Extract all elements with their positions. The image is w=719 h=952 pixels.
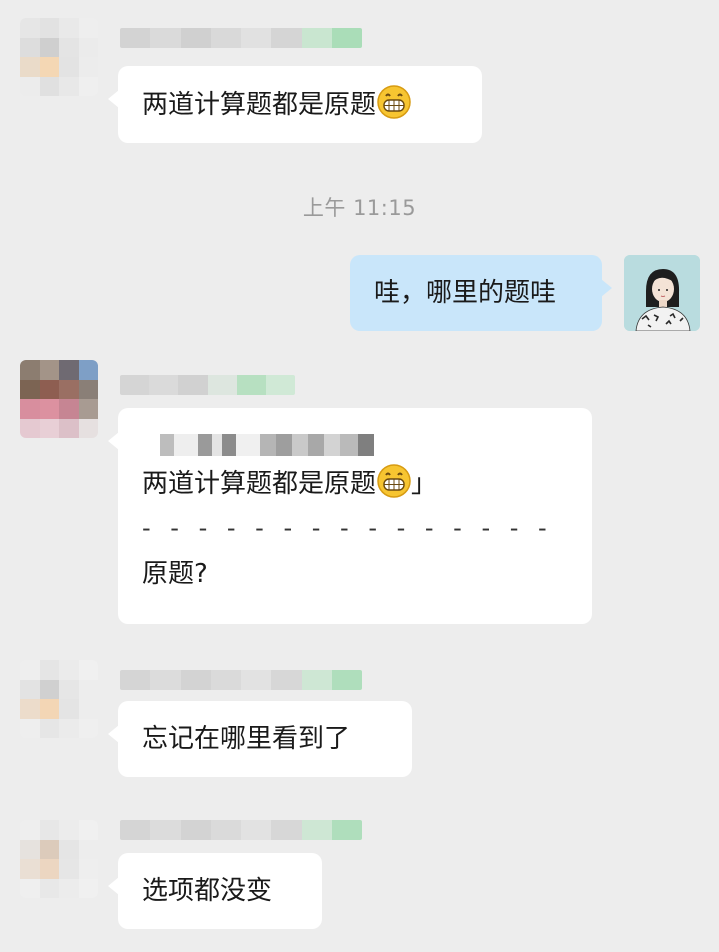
quoted-text: 两道计算题都是原题 — [142, 469, 377, 499]
contact-avatar[interactable] — [20, 660, 98, 738]
message-timestamp: 上午 11:15 — [302, 196, 417, 220]
grin-emoji-icon — [377, 85, 411, 119]
message-text: 忘记在哪里看到了 — [142, 724, 351, 754]
message-text: 原题? — [142, 559, 208, 589]
grin-emoji-icon — [377, 464, 411, 498]
message-text: 哇，哪里的题哇 — [374, 278, 557, 308]
contact-name-redacted — [120, 375, 295, 395]
contact-name-redacted — [120, 28, 362, 48]
contact-avatar[interactable] — [20, 820, 98, 898]
message-text: 两道计算题都是原题 — [142, 90, 377, 120]
contact-name-redacted — [120, 820, 362, 840]
person-illustration-icon — [624, 255, 700, 331]
contact-avatar[interactable] — [20, 360, 98, 438]
message-bubble[interactable]: 选项都没变 — [108, 853, 322, 929]
my-avatar[interactable] — [624, 255, 700, 331]
contact-name-redacted — [120, 670, 362, 690]
quote-divider: - - - - - - - - - - - - - - - — [142, 514, 553, 542]
message-text: 选项都没变 — [142, 876, 273, 906]
message-bubble[interactable]: 两道计算题都是原题 — [108, 66, 482, 143]
contact-avatar[interactable] — [20, 18, 98, 96]
message-bubble-outgoing[interactable]: 哇，哪里的题哇 — [350, 255, 612, 331]
quoted-message: 两道计算题都是原题 」 — [142, 464, 592, 503]
quote-sender-redacted — [160, 434, 390, 456]
quote-end-mark: 」 — [411, 469, 438, 499]
message-bubble-quote[interactable]: 两道计算题都是原题 」 - - - - - - - - - - - - - - … — [108, 408, 592, 624]
message-bubble[interactable]: 忘记在哪里看到了 — [108, 701, 412, 777]
